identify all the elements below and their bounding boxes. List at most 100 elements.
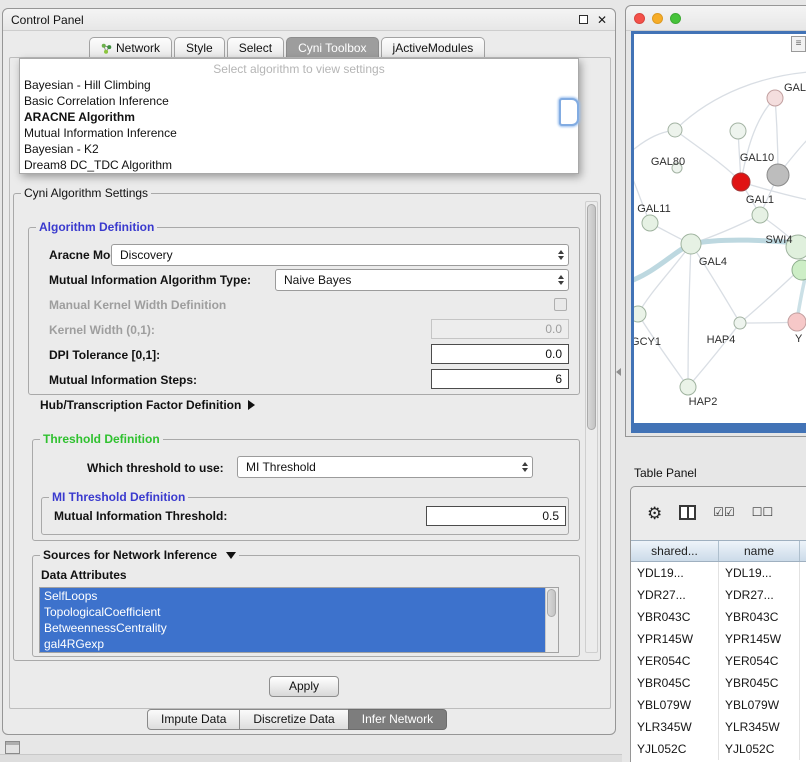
aracne-mode-combo[interactable]: Discovery — [111, 244, 569, 266]
table-cell[interactable]: YDR27... — [631, 584, 719, 606]
network-node[interactable] — [792, 260, 806, 280]
table-cell[interactable]: 9 — [800, 628, 806, 650]
apply-button[interactable]: Apply — [269, 676, 339, 697]
dropdown-item-5[interactable]: Dream8 DC_TDC Algorithm — [20, 157, 578, 173]
gear-icon[interactable]: ⚙ — [647, 505, 662, 522]
tab-network[interactable]: Network — [89, 37, 172, 58]
table-cell[interactable]: YER054C — [719, 650, 800, 672]
table-cell[interactable]: YLR345W — [719, 716, 800, 738]
network-window-titlebar[interactable] — [626, 6, 806, 31]
list-scrollbar[interactable] — [545, 588, 558, 652]
table-cell[interactable]: YDL19... — [631, 562, 719, 584]
bottom-tab-impute-data[interactable]: Impute Data — [147, 709, 240, 730]
table-row[interactable]: YBL079WYBL079W — [631, 694, 806, 716]
network-node-gal10[interactable] — [732, 173, 750, 191]
zoom-traffic-light-icon[interactable] — [670, 13, 681, 24]
minimized-panel-icon[interactable] — [5, 741, 20, 754]
list-item[interactable]: BetweennessCentrality — [40, 620, 545, 636]
column-header-extra[interactable] — [800, 541, 806, 561]
hub-definition-toggle[interactable]: Hub/Transcription Factor Definition — [40, 398, 255, 412]
table-cell[interactable]: 9 — [800, 716, 806, 738]
column-header-name[interactable]: name — [719, 541, 800, 561]
table-row[interactable]: YPR145WYPR145W9 — [631, 628, 806, 650]
control-panel-titlebar[interactable]: Control Panel ✕ — [3, 9, 615, 31]
minimize-traffic-light-icon[interactable] — [652, 13, 663, 24]
deselect-all-icon[interactable]: ☐☐ — [752, 505, 774, 519]
scrollbar-thumb[interactable] — [587, 204, 596, 430]
dropdown-item-3[interactable]: Mutual Information Inference — [20, 125, 578, 141]
table-row[interactable]: YDR27...YDR27...12 — [631, 584, 806, 606]
table-row[interactable]: YBR043CYBR043C — [631, 606, 806, 628]
table-cell[interactable] — [800, 694, 806, 716]
network-node-hap4[interactable] — [734, 317, 746, 329]
table-row[interactable]: YJL052CYJL052C — [631, 738, 806, 760]
table-row[interactable]: YBR045CYBR045C9 — [631, 672, 806, 694]
which-threshold-combo[interactable]: MI Threshold — [237, 456, 533, 478]
sources-toggle[interactable]: Sources for Network Inference — [40, 548, 239, 562]
table-cell[interactable]: YDL19... — [719, 562, 800, 584]
tab-style[interactable]: Style — [174, 37, 225, 58]
table-cell[interactable]: 13 — [800, 562, 806, 584]
network-node-gal1[interactable] — [752, 207, 768, 223]
table-cell[interactable]: YBR043C — [631, 606, 719, 628]
dropdown-item-0[interactable]: Bayesian - Hill Climbing — [20, 77, 578, 93]
list-item[interactable]: SelfLoops — [40, 588, 545, 604]
network-node-gal11[interactable] — [642, 215, 658, 231]
table-cell[interactable]: YPR145W — [631, 628, 719, 650]
float-window-icon[interactable] — [579, 15, 588, 24]
settings-scrollbar[interactable] — [585, 201, 598, 653]
dropdown-item-4[interactable]: Bayesian - K2 — [20, 141, 578, 157]
table-cell[interactable]: 8 — [800, 650, 806, 672]
manual-kernel-checkbox[interactable] — [554, 298, 567, 311]
table-cell[interactable]: YDR27... — [719, 584, 800, 606]
mi-threshold-field[interactable]: 0.5 — [426, 506, 566, 526]
network-node[interactable] — [668, 123, 682, 137]
mi-steps-field[interactable]: 6 — [431, 369, 569, 389]
network-node[interactable] — [767, 164, 789, 186]
table-cell[interactable]: 9 — [800, 672, 806, 694]
tab-cyni-toolbox[interactable]: Cyni Toolbox — [286, 37, 378, 58]
table-row[interactable]: YLR345WYLR345W9 — [631, 716, 806, 738]
table-cell[interactable]: YBR045C — [631, 672, 719, 694]
attributes-list[interactable]: SelfLoops TopologicalCoefficient Between… — [39, 587, 559, 653]
table-cell[interactable] — [800, 606, 806, 628]
table-cell[interactable]: YPR145W — [719, 628, 800, 650]
dropdown-item-1[interactable]: Basic Correlation Inference — [20, 93, 578, 109]
select-all-icon[interactable]: ☑☑ — [713, 505, 735, 519]
network-node[interactable] — [788, 313, 806, 331]
tab-select[interactable]: Select — [227, 37, 284, 58]
table-cell[interactable]: YBR043C — [719, 606, 800, 628]
column-header-shared-name[interactable]: shared... — [631, 541, 719, 561]
scrollbar-thumb[interactable] — [547, 589, 556, 617]
algorithm-combo-focus-ring[interactable] — [559, 98, 579, 126]
table-cell[interactable]: YER054C — [631, 650, 719, 672]
table-cell[interactable]: YBL079W — [631, 694, 719, 716]
table-row[interactable]: YER054CYER054C8 — [631, 650, 806, 672]
splitter-collapse-icon[interactable] — [616, 368, 621, 376]
bottom-tab-discretize-data[interactable]: Discretize Data — [239, 709, 348, 730]
mi-algorithm-type-combo[interactable]: Naive Bayes — [275, 269, 569, 291]
table-cell[interactable]: YBR045C — [719, 672, 800, 694]
table-cell[interactable]: YLR345W — [631, 716, 719, 738]
table-cell[interactable]: YJL052C — [719, 738, 800, 760]
canvas-scroll-icon[interactable]: ≡ — [791, 36, 806, 52]
close-traffic-light-icon[interactable] — [634, 13, 645, 24]
table-cell[interactable]: YJL052C — [631, 738, 719, 760]
bottom-tab-infer-network[interactable]: Infer Network — [348, 709, 447, 730]
dropdown-item-2[interactable]: ARACNE Algorithm — [20, 109, 578, 125]
network-node[interactable] — [730, 123, 746, 139]
network-canvas[interactable]: GAL GAL80 GAL10 GAL11 GAL1 SWI4 GAL4 GCY… — [634, 34, 806, 423]
network-node-gal4[interactable] — [681, 234, 701, 254]
dpi-tolerance-field[interactable]: 0.0 — [431, 344, 569, 364]
network-node-hap2[interactable] — [680, 379, 696, 395]
network-node-gcy1[interactable] — [634, 306, 646, 322]
table-cell[interactable]: 12 — [800, 584, 806, 606]
columns-icon[interactable] — [679, 505, 696, 520]
table-cell[interactable]: YBL079W — [719, 694, 800, 716]
table-cell[interactable] — [800, 738, 806, 760]
table-row[interactable]: YDL19...YDL19...13 — [631, 562, 806, 584]
tab-jactivemodules[interactable]: jActiveModules — [381, 37, 486, 58]
list-item[interactable]: gal4RGexp — [40, 636, 545, 652]
network-node[interactable] — [767, 90, 783, 106]
close-icon[interactable]: ✕ — [597, 14, 607, 26]
